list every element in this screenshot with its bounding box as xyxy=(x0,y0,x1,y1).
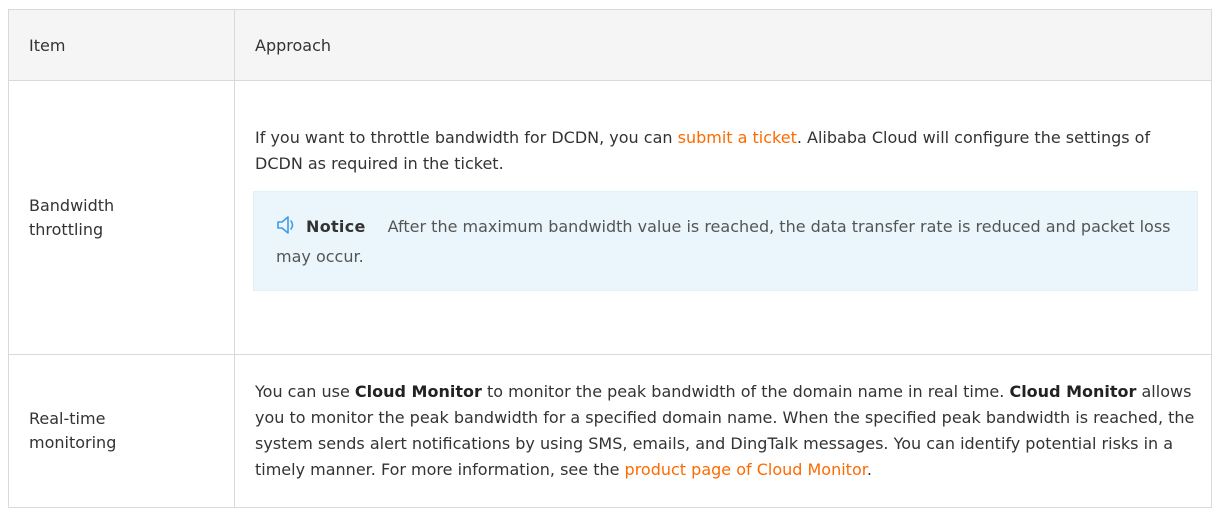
approach-text: If you want to throttle bandwidth for DC… xyxy=(255,127,678,147)
approach-text: You can use xyxy=(255,382,355,401)
cloud-monitor-term: Cloud Monitor xyxy=(1009,382,1137,401)
cloud-monitor-term: Cloud Monitor xyxy=(354,382,482,401)
header-item: Item xyxy=(8,9,235,81)
table-row: Bandwidth throttling If you want to thro… xyxy=(8,80,1212,355)
notice-text: After the maximum bandwidth value is rea… xyxy=(276,216,1171,266)
item-label-line: Bandwidth xyxy=(29,195,115,215)
approach-paragraph: If you want to throttle bandwidth for DC… xyxy=(255,125,1197,177)
item-label-line: throttling xyxy=(29,219,104,239)
comparison-table: Item Approach Bandwidth throttling If yo… xyxy=(8,9,1212,508)
item-cell-bandwidth-throttling: Bandwidth throttling xyxy=(8,80,235,355)
approach-cell-real-time-monitoring: You can use Cloud Monitor to monitor the… xyxy=(234,354,1212,508)
approach-cell-bandwidth-throttling: If you want to throttle bandwidth for DC… xyxy=(234,80,1212,355)
item-label-line: monitoring xyxy=(29,433,117,452)
approach-text: to monitor the peak bandwidth of the dom… xyxy=(481,382,1010,401)
item-cell-real-time-monitoring: Real-time monitoring xyxy=(8,354,235,508)
table-header-row: Item Approach xyxy=(8,9,1212,81)
notice-title: Notice xyxy=(306,216,366,236)
header-approach: Approach xyxy=(234,9,1212,81)
table-row: Real-time monitoring You can use Cloud M… xyxy=(8,354,1212,508)
approach-text: . xyxy=(866,460,872,479)
item-label-line: Real-time xyxy=(29,409,106,428)
cloud-monitor-product-page-link[interactable]: product page of Cloud Monitor xyxy=(625,460,867,479)
notice-box: Notice After the maximum bandwidth value … xyxy=(253,190,1198,291)
bell-icon xyxy=(277,215,294,234)
submit-ticket-link[interactable]: submit a ticket xyxy=(678,128,797,147)
